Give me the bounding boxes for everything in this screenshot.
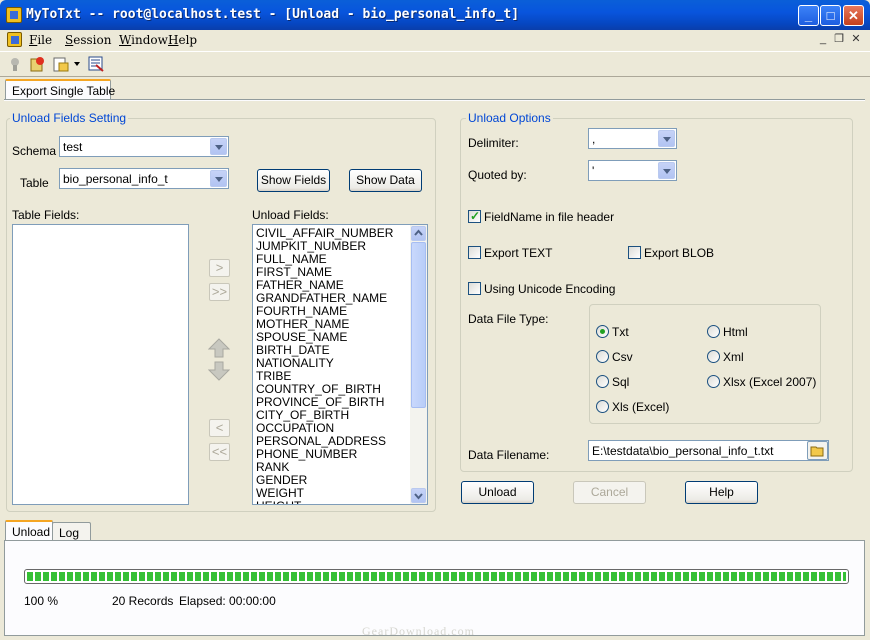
mdi-close-button[interactable]: ✕ xyxy=(849,33,863,46)
title-bar: MyToTxt -- root@localhost.test - [Unload… xyxy=(0,0,870,30)
show-fields-button[interactable]: Show Fields xyxy=(257,169,330,192)
radio-csv-label: Csv xyxy=(612,350,633,364)
menu-window[interactable]: Window xyxy=(119,33,168,47)
delimiter-combo[interactable]: , xyxy=(588,128,677,149)
show-data-button[interactable]: Show Data xyxy=(349,169,422,192)
quoted-by-label: Quoted by: xyxy=(468,168,527,182)
scroll-down-icon[interactable] xyxy=(411,488,426,503)
table-value: bio_personal_info_t xyxy=(63,172,168,186)
radio-csv[interactable] xyxy=(596,350,609,363)
window-title: MyToTxt -- root@localhost.test - [Unload… xyxy=(26,7,520,22)
mdi-restore-button[interactable]: ❐ xyxy=(832,33,846,46)
list-item[interactable]: HEIGHT xyxy=(253,500,393,505)
export-blob-checkbox[interactable] xyxy=(628,246,641,259)
delimiter-label: Delimiter: xyxy=(468,136,519,150)
app-icon xyxy=(6,7,22,23)
unload-fields-setting-title: Unload Fields Setting xyxy=(10,111,129,125)
radio-html-label: Html xyxy=(723,325,748,339)
unload-fields-list[interactable]: CIVIL_AFFAIR_NUMBER JUMPKIT_NUMBER FULL_NA… xyxy=(252,224,428,505)
radio-sql[interactable] xyxy=(596,375,609,388)
move-down-icon[interactable] xyxy=(208,360,230,382)
mdi-minimize-button[interactable]: _ xyxy=(816,33,830,46)
scroll-up-icon[interactable] xyxy=(411,226,426,241)
folder-icon xyxy=(810,446,824,457)
unload-options-title: Unload Options xyxy=(466,111,553,125)
progress-percent: 100 % xyxy=(24,594,59,608)
records-count: 20 Records xyxy=(112,594,174,608)
chevron-down-icon[interactable] xyxy=(658,162,675,179)
radio-xlsx[interactable] xyxy=(707,375,720,388)
cancel-button[interactable]: Cancel xyxy=(573,481,646,504)
menu-help[interactable]: Help xyxy=(168,33,197,47)
radio-xls-label: Xls (Excel) xyxy=(612,400,670,414)
radio-txt-label: Txt xyxy=(612,325,629,339)
delimiter-value: , xyxy=(592,132,596,146)
progress-fill xyxy=(27,572,846,581)
schema-label: Schema xyxy=(12,144,57,158)
open-icon[interactable] xyxy=(53,56,69,72)
chevron-down-icon[interactable] xyxy=(210,138,227,155)
data-filename-label: Data Filename: xyxy=(468,448,550,462)
tab-log[interactable]: Log xyxy=(52,522,91,541)
quoted-by-value: ' xyxy=(592,164,595,178)
menu-session[interactable]: Session xyxy=(65,33,111,47)
chevron-down-icon[interactable] xyxy=(210,170,227,187)
tab-export-single-table[interactable]: Export Single Table xyxy=(5,79,115,100)
add-all-fields-button[interactable]: >> xyxy=(209,283,230,301)
radio-html[interactable] xyxy=(707,325,720,338)
table-fields-label: Table Fields: xyxy=(12,208,80,222)
connect-icon[interactable] xyxy=(7,56,23,72)
mdi-document-icon[interactable] xyxy=(7,32,22,47)
fieldname-header-label: FieldName in file header xyxy=(484,210,615,224)
table-combo[interactable]: bio_personal_info_t xyxy=(59,168,229,189)
export-text-label: Export TEXT xyxy=(484,246,553,260)
data-filename-value: E:\testdata\bio_personal_info_t.txt xyxy=(592,444,774,458)
chevron-down-icon[interactable] xyxy=(658,130,675,147)
browse-button[interactable] xyxy=(807,441,828,460)
vertical-scrollbar[interactable] xyxy=(410,225,427,504)
unload-status-pane xyxy=(4,540,865,636)
unload-fields-label: Unload Fields: xyxy=(252,208,329,222)
menu-file[interactable]: File xyxy=(29,33,52,47)
radio-xml[interactable] xyxy=(707,350,720,363)
schema-combo[interactable]: test xyxy=(59,136,229,157)
progress-bar xyxy=(24,569,849,584)
watermark: GearDownload.com xyxy=(362,624,475,638)
export-icon[interactable] xyxy=(88,56,104,72)
tab-unload[interactable]: Unload xyxy=(5,520,53,541)
radio-xls[interactable] xyxy=(596,400,609,413)
remove-all-fields-button[interactable]: << xyxy=(209,443,230,461)
dropdown-arrow-icon[interactable] xyxy=(73,61,81,67)
add-field-button[interactable]: > xyxy=(209,259,230,277)
table-fields-list[interactable] xyxy=(12,224,189,505)
close-button[interactable]: ✕ xyxy=(843,5,864,26)
radio-txt[interactable] xyxy=(596,325,609,338)
export-text-checkbox[interactable] xyxy=(468,246,481,259)
table-label: Table xyxy=(20,176,49,190)
maximize-button[interactable]: □ xyxy=(820,5,841,26)
elapsed-time: Elapsed: 00:00:00 xyxy=(179,594,276,608)
radio-xlsx-label: Xlsx (Excel 2007) xyxy=(723,375,817,389)
remove-field-button[interactable]: < xyxy=(209,419,230,437)
fieldname-header-checkbox[interactable] xyxy=(468,209,481,223)
minimize-button[interactable]: _ xyxy=(798,5,819,26)
data-file-type-label: Data File Type: xyxy=(468,312,549,326)
export-blob-label: Export BLOB xyxy=(644,246,715,260)
radio-sql-label: Sql xyxy=(612,375,630,389)
unload-fields-items: CIVIL_AFFAIR_NUMBER JUMPKIT_NUMBER FULL_NA… xyxy=(253,227,393,505)
unicode-encoding-label: Using Unicode Encoding xyxy=(484,282,616,296)
toolbar xyxy=(0,51,870,77)
disconnect-icon[interactable] xyxy=(29,56,45,72)
data-filename-field[interactable]: E:\testdata\bio_personal_info_t.txt xyxy=(588,440,829,461)
unload-button[interactable]: Unload xyxy=(461,481,534,504)
schema-value: test xyxy=(63,140,83,154)
move-up-icon[interactable] xyxy=(208,337,230,359)
radio-xml-label: Xml xyxy=(723,350,744,364)
quoted-by-combo[interactable]: ' xyxy=(588,160,677,181)
help-button[interactable]: Help xyxy=(685,481,758,504)
scroll-thumb[interactable] xyxy=(411,242,426,408)
unicode-encoding-checkbox[interactable] xyxy=(468,282,481,295)
